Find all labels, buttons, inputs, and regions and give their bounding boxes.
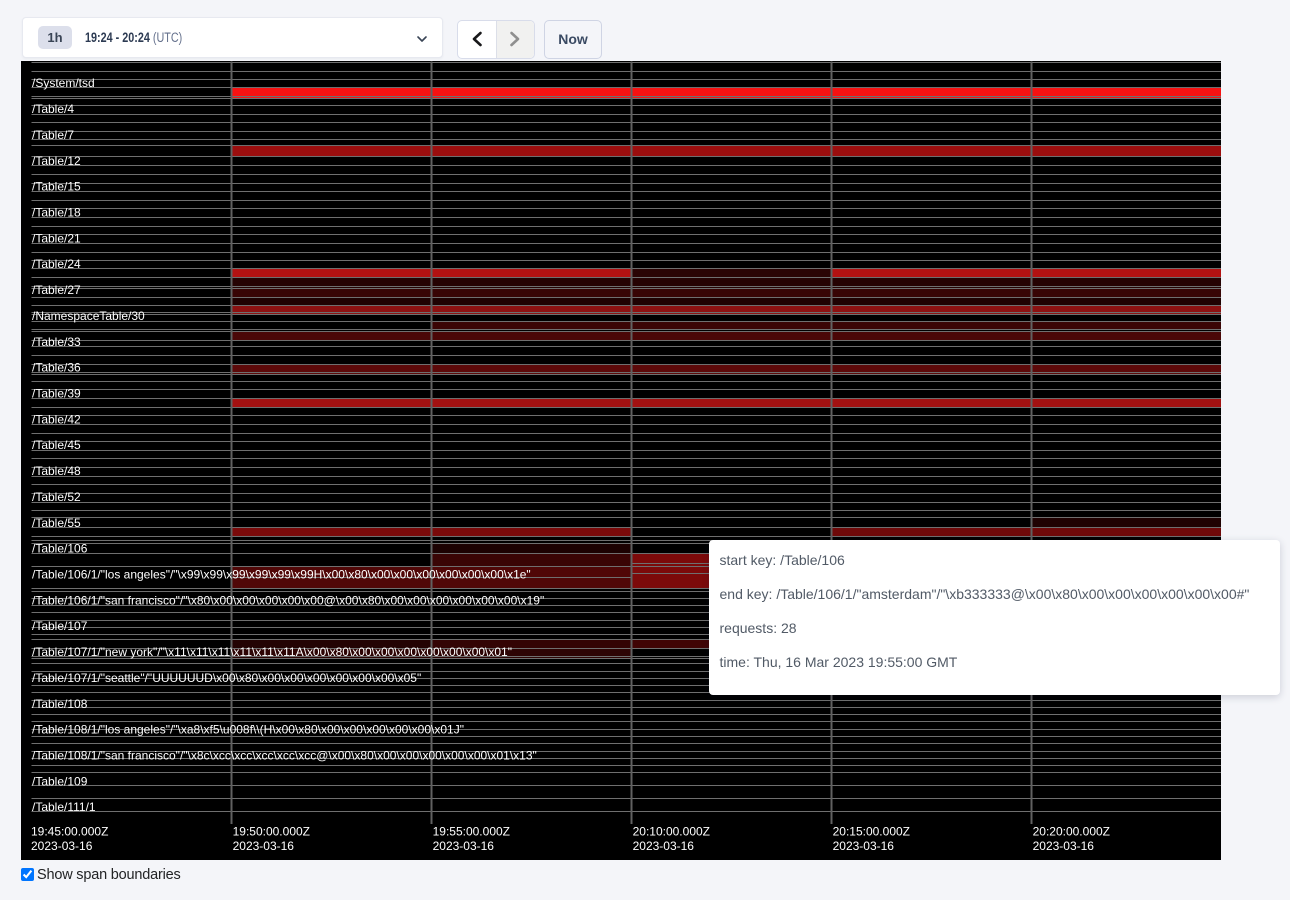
svg-text:/Table/108: /Table/108 [32,697,88,711]
svg-text:/Table/15: /Table/15 [32,180,81,194]
svg-text:2023-03-16: 2023-03-16 [31,839,93,853]
svg-text:19:50:00.000Z: 19:50:00.000Z [233,825,310,839]
svg-text:/Table/108/1/"los angeles"/"\x: /Table/108/1/"los angeles"/"\xa8\xf5\u00… [32,723,464,737]
svg-text:/Table/111/1: /Table/111/1 [32,800,96,814]
svg-text:/Table/36: /Table/36 [32,361,81,375]
svg-text:/Table/21: /Table/21 [32,231,81,245]
svg-text:/Table/18: /Table/18 [32,206,81,220]
svg-text:/Table/24: /Table/24 [32,257,81,271]
svg-text:/Table/107/1/"new york"/"\x11\: /Table/107/1/"new york"/"\x11\x11\x11\x1… [32,645,512,659]
svg-text:/Table/27: /Table/27 [32,283,81,297]
svg-text:/Table/55: /Table/55 [32,516,81,530]
svg-text:/NamespaceTable/30: /NamespaceTable/30 [32,309,145,323]
svg-text:/Table/106/1/"los angeles"/"\x: /Table/106/1/"los angeles"/"\x99\x99\x99… [32,568,531,582]
svg-text:/Table/52: /Table/52 [32,490,81,504]
svg-text:/Table/107/1/"seattle"/"UUUUUU: /Table/107/1/"seattle"/"UUUUUUD\x00\x80\… [32,671,421,685]
svg-text:20:20:00.000Z: 20:20:00.000Z [1033,825,1110,839]
svg-text:2023-03-16: 2023-03-16 [633,839,695,853]
svg-text:/Table/7: /Table/7 [32,128,74,142]
svg-text:/Table/45: /Table/45 [32,438,81,452]
svg-text:19:55:00.000Z: 19:55:00.000Z [433,825,510,839]
svg-text:20:15:00.000Z: 20:15:00.000Z [833,825,910,839]
svg-text:/Table/108/1/"san francisco"/": /Table/108/1/"san francisco"/"\x8c\xcc\x… [32,749,537,763]
svg-text:2023-03-16: 2023-03-16 [1033,839,1095,853]
svg-text:2023-03-16: 2023-03-16 [233,839,295,853]
svg-text:/Table/12: /Table/12 [32,154,81,168]
svg-text:20:10:00.000Z: 20:10:00.000Z [633,825,710,839]
svg-text:/Table/109: /Table/109 [32,774,88,788]
svg-text:/Table/33: /Table/33 [32,335,81,349]
svg-text:/Table/4: /Table/4 [32,102,74,116]
svg-text:/System/tsd: /System/tsd [32,76,95,90]
svg-text:/Table/39: /Table/39 [32,387,81,401]
svg-text:/Table/107: /Table/107 [32,619,88,633]
svg-text:/Table/42: /Table/42 [32,412,81,426]
svg-text:2023-03-16: 2023-03-16 [833,839,895,853]
svg-text:/Table/106/1/"san francisco"/": /Table/106/1/"san francisco"/"\x80\x00\x… [32,593,544,607]
svg-text:/Table/106: /Table/106 [32,542,88,556]
svg-text:19:45:00.000Z: 19:45:00.000Z [31,825,108,839]
svg-text:/Table/48: /Table/48 [32,464,81,478]
svg-text:2023-03-16: 2023-03-16 [433,839,495,853]
